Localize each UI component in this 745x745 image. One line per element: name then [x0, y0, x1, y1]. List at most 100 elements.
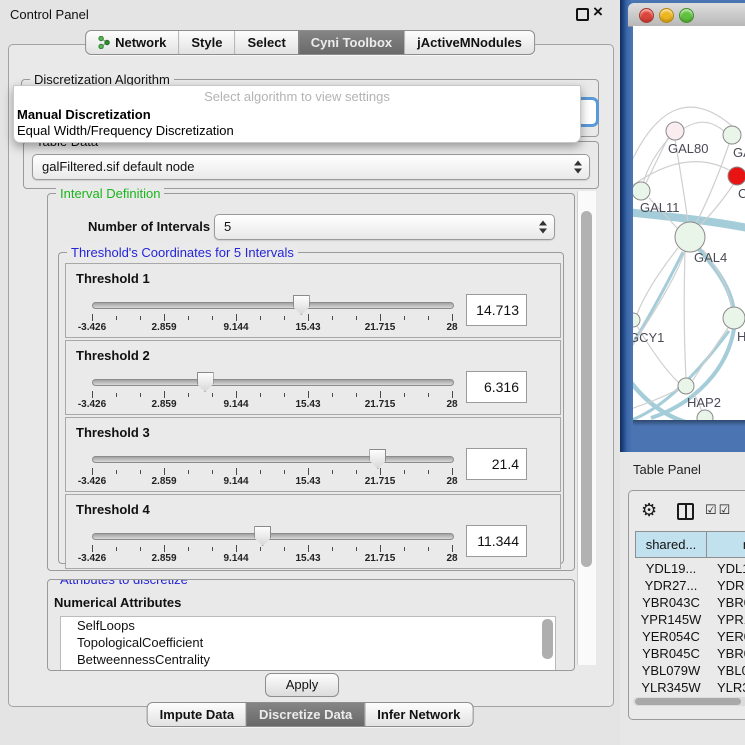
slider-thumb[interactable]: [197, 372, 214, 392]
combo-arrows-icon: [574, 161, 582, 174]
table-row[interactable]: YBL079WYBL0: [635, 663, 745, 680]
table-cell: YBR0: [707, 646, 745, 663]
table-cell: YDL1: [707, 561, 745, 578]
tab-label: Select: [247, 35, 285, 50]
network-node-label: C: [738, 186, 745, 201]
network-node[interactable]: [633, 182, 650, 200]
gear-icon[interactable]: ⚙: [641, 500, 657, 521]
network-node[interactable]: [675, 222, 705, 252]
bottom-tab-impute-data[interactable]: Impute Data: [148, 703, 246, 726]
table-scrollbar-thumb[interactable]: [635, 698, 741, 705]
table-column-header-1[interactable]: shared...: [635, 531, 707, 558]
slider-track[interactable]: [92, 456, 454, 463]
table-data-combo[interactable]: galFiltered.sif default node: [32, 154, 590, 180]
tab-cyni-toolbox[interactable]: Cyni Toolbox: [298, 31, 404, 54]
tab-label: Network: [115, 35, 166, 50]
network-node[interactable]: [723, 126, 741, 144]
dropdown-item-equal-width-frequency[interactable]: Equal Width/Frequency Discretization: [17, 123, 234, 138]
table-cell: YBR045C: [635, 646, 707, 663]
numerical-attributes-list[interactable]: SelfLoopsTopologicalCoefficientBetweenne…: [60, 616, 556, 671]
checkbox-icons[interactable]: ☑☑: [705, 502, 732, 518]
split-columns-icon[interactable]: [677, 503, 694, 520]
tab-style[interactable]: Style: [178, 31, 234, 54]
list-scrollbar-thumb[interactable]: [542, 619, 553, 659]
slider-track[interactable]: [92, 302, 454, 309]
network-node-label: HAP2: [687, 395, 721, 410]
table-cell: YLR345W: [635, 680, 707, 697]
slider-thumb[interactable]: [369, 449, 386, 469]
tab-jactivemnodules[interactable]: jActiveMNodules: [404, 31, 534, 54]
threshold-label: Threshold 1: [76, 271, 150, 286]
table-row[interactable]: YBR045CYBR0: [635, 646, 745, 663]
zoom-traffic-light[interactable]: [679, 8, 694, 23]
tab-label: jActiveMNodules: [417, 35, 522, 50]
panel-vertical-scrollbar[interactable]: [577, 191, 596, 665]
table-cell: YDR27...: [635, 578, 707, 595]
threshold-value-field[interactable]: 14.713: [466, 294, 527, 326]
network-edge: [684, 252, 686, 378]
table-row[interactable]: YER054CYER0: [635, 629, 745, 646]
network-node[interactable]: [678, 378, 694, 394]
combo-arrows-icon: [539, 221, 547, 234]
dropdown-item-manual-discretization[interactable]: Manual Discretization: [17, 107, 151, 122]
table-cell: YER054C: [635, 629, 707, 646]
tab-label: Style: [191, 35, 222, 50]
table-cell: YDL19...: [635, 561, 707, 578]
table-row[interactable]: YPR145WYPR1: [635, 612, 745, 629]
threshold-block-4: Threshold 4-3.4262.8599.14415.4321.71528…: [65, 494, 561, 569]
minimize-traffic-light[interactable]: [659, 8, 674, 23]
table-row[interactable]: YBR043CYBR0: [635, 595, 745, 612]
table-row[interactable]: YDR27...YDR2: [635, 578, 745, 595]
table-panel-title: Table Panel: [633, 462, 701, 477]
close-traffic-light[interactable]: [639, 8, 654, 23]
slider-thumb[interactable]: [254, 526, 271, 546]
bottom-tab-bar: Impute Data Discretize Data Infer Network: [147, 702, 474, 727]
tab-select[interactable]: Select: [234, 31, 297, 54]
threshold-blocks: Threshold 1 -3.4262.8599.14415.4321.71528…: [59, 253, 563, 563]
network-node[interactable]: [728, 167, 745, 185]
tab-network[interactable]: Network: [86, 31, 178, 54]
control-panel-title: Control Panel: [10, 7, 89, 22]
attribute-list-item[interactable]: TopologicalCoefficient: [61, 634, 555, 651]
threshold-value-field[interactable]: 11.344: [466, 525, 527, 557]
network-window-titlebar[interactable]: [628, 3, 745, 27]
table-row[interactable]: YLR345WYLR3: [635, 680, 745, 697]
slider-track[interactable]: [92, 533, 454, 540]
panel-scrollbar-thumb[interactable]: [581, 211, 592, 567]
network-canvas[interactable]: GAL80GACGAL11GAL4GCY1HHAP2: [633, 26, 745, 420]
network-node[interactable]: [697, 410, 713, 420]
network-node-label: GAL4: [694, 250, 727, 265]
table-horizontal-scrollbar[interactable]: [633, 697, 745, 706]
attribute-list-item[interactable]: SelfLoops: [61, 617, 555, 634]
table-rows: YDL19...YDL1YDR27...YDR2YBR043CYBR0YPR14…: [635, 561, 745, 698]
slider-tick-labels: -3.4262.8599.14415.4321.71528: [92, 553, 452, 565]
table-row[interactable]: YDL19...YDL1: [635, 561, 745, 578]
network-node-label: GA: [733, 145, 745, 160]
close-icon[interactable]: ×: [593, 2, 603, 22]
threshold-value-field[interactable]: 21.4: [466, 448, 527, 480]
bottom-tab-discretize-data[interactable]: Discretize Data: [246, 703, 364, 726]
network-node[interactable]: [666, 122, 684, 140]
slider-thumb[interactable]: [293, 295, 310, 315]
threshold-value-field[interactable]: 6.316: [466, 371, 527, 403]
network-node[interactable]: [633, 313, 640, 327]
slider-track[interactable]: [92, 379, 454, 386]
apply-button[interactable]: Apply: [265, 673, 339, 697]
table-cell: YPR145W: [635, 612, 707, 629]
network-node-label: GAL11: [640, 200, 680, 215]
number-of-intervals-combo[interactable]: 5: [214, 214, 555, 240]
bottom-tab-infer-network[interactable]: Infer Network: [364, 703, 472, 726]
table-cell: YDR2: [707, 578, 745, 595]
network-window: GAL80GACGAL11GAL4GCY1HHAP2: [620, 0, 745, 452]
right-side: GAL80GACGAL11GAL4GCY1HHAP2 Table Panel ⚙…: [620, 0, 745, 745]
float-icon[interactable]: [576, 8, 589, 21]
threshold-block-3: Threshold 3-3.4262.8599.14415.4321.71528…: [65, 417, 561, 492]
attribute-list-item[interactable]: BetweennessCentrality: [61, 651, 555, 668]
bottom-tab-label: Infer Network: [377, 707, 460, 722]
network-node[interactable]: [723, 307, 745, 329]
dropdown-prompt: Select algorithm to view settings: [14, 89, 580, 104]
table-column-header-2[interactable]: n: [707, 531, 745, 558]
bottom-tab-label: Impute Data: [160, 707, 234, 722]
control-panel: Control Panel × Network Style Select Cyni T…: [0, 0, 620, 745]
network-edge: [693, 328, 728, 380]
